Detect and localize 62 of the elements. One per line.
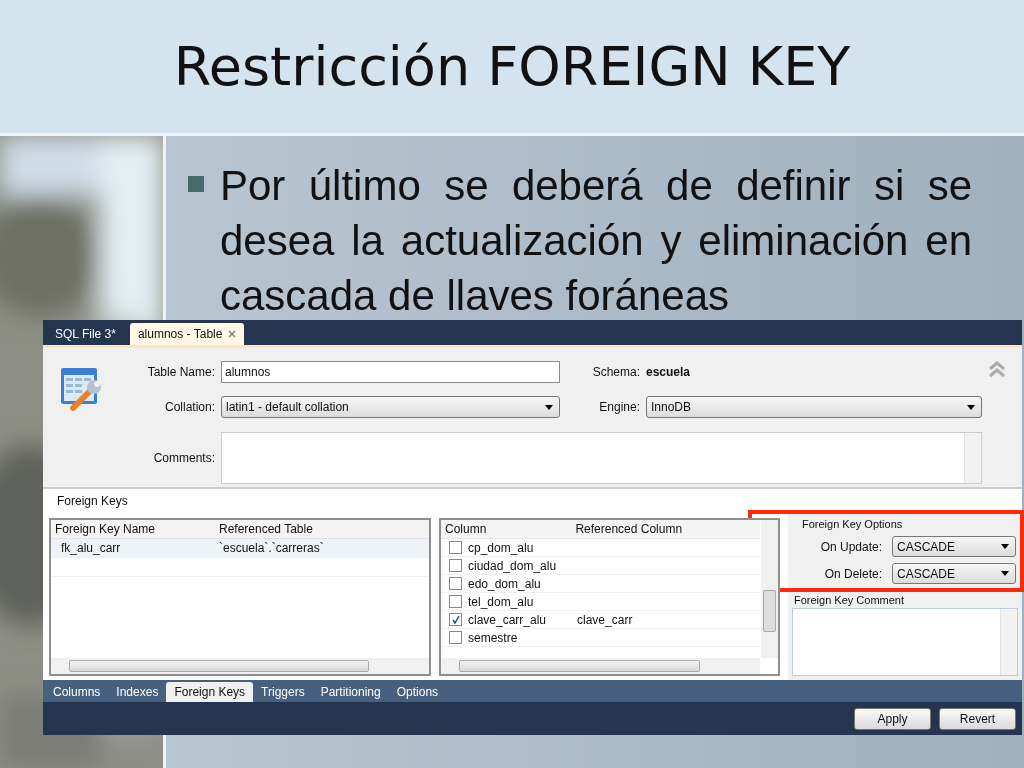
table-name-field[interactable]: alumnos — [221, 360, 560, 383]
on-delete-dropdown[interactable]: CASCADE — [892, 563, 1016, 584]
table-cell-text: tel_dom_alu — [468, 594, 535, 609]
table-cell-text: cp_dom_alu — [468, 540, 535, 555]
close-icon[interactable] — [228, 330, 237, 338]
scrollbar[interactable] — [441, 658, 760, 674]
column-header: Referenced Table — [218, 522, 313, 536]
action-button[interactable]: Apply — [854, 707, 931, 730]
column-header: Referenced Column — [574, 522, 684, 536]
scrollbar[interactable] — [761, 520, 778, 658]
bullet-text: Por último se deberá de definir si se desea la actualización y eliminación en cascada de llaves foráneas — [220, 161, 972, 321]
checkbox[interactable] — [449, 613, 462, 626]
editor-tab[interactable]: Options — [388, 682, 447, 702]
table-row[interactable]: fk_alu_carr `escuela`.`carreras` — [51, 539, 429, 558]
editor-tab[interactable]: alumnos - Table — [129, 323, 245, 345]
editor-tab[interactable]: Columns — [45, 682, 109, 702]
field-label: On Delete: — [824, 566, 882, 581]
group-title: Foreign Key Options — [801, 518, 904, 530]
collation-dropdown[interactable]: latin1 - default collation — [221, 396, 560, 419]
editor-tab[interactable]: Indexes — [108, 682, 167, 702]
scrollbar[interactable] — [51, 658, 429, 674]
bullet-icon — [188, 176, 204, 192]
field-label: Table Name: — [146, 364, 215, 379]
table-cell-text: fk_alu_carr — [60, 541, 122, 555]
checkbox[interactable] — [449, 631, 462, 644]
schema-value: escuela — [646, 364, 692, 379]
table-cell-text: ciudad_dom_alu — [468, 558, 558, 573]
scrollbar[interactable] — [1000, 609, 1017, 675]
comments-field[interactable] — [221, 432, 982, 485]
scrollbar[interactable] — [964, 433, 981, 484]
table-cell-text: semestre — [468, 630, 519, 645]
editor-tab[interactable]: Triggers — [253, 682, 313, 702]
field-label: Comments: — [152, 451, 215, 466]
table-cell-text: `escuela`.`carreras` — [218, 541, 324, 555]
checkbox[interactable] — [449, 559, 462, 572]
column-header: Foreign Key Name — [54, 522, 157, 536]
checkbox[interactable] — [449, 595, 462, 608]
editor-tab[interactable]: Partitioning — [312, 682, 389, 702]
caret-icon — [1001, 544, 1009, 549]
field-label: On Update: — [820, 539, 882, 554]
column-header: Column — [444, 522, 488, 536]
field-label: Engine: — [598, 400, 640, 415]
editor-tab[interactable]: SQL File 3* — [47, 323, 124, 345]
caret-icon — [1001, 571, 1009, 576]
caret-icon — [545, 405, 553, 410]
checkbox[interactable] — [449, 577, 462, 590]
action-button[interactable]: Revert — [939, 707, 1016, 730]
section-title: Foreign Keys — [43, 487, 1022, 514]
table-cell-text: clave_carr — [576, 612, 634, 627]
table-cell-text: edo_dom_alu — [468, 576, 542, 591]
group-title: Foreign Key Comment — [793, 594, 906, 606]
table-cell-text: clave_carr_alu — [468, 612, 548, 627]
field-label: Collation: — [163, 400, 215, 415]
field-label: Schema: — [591, 364, 640, 379]
editor-tab[interactable]: Foreign Keys — [166, 682, 254, 702]
collapse-icon[interactable] — [988, 360, 1006, 378]
comment-field[interactable] — [792, 608, 1018, 676]
on-update-dropdown[interactable]: CASCADE — [892, 536, 1016, 557]
caret-icon — [967, 405, 975, 410]
engine-dropdown[interactable]: InnoDB — [646, 396, 982, 419]
slide-title: Restricción FOREIGN KEY — [173, 35, 851, 98]
checkbox[interactable] — [449, 541, 462, 554]
